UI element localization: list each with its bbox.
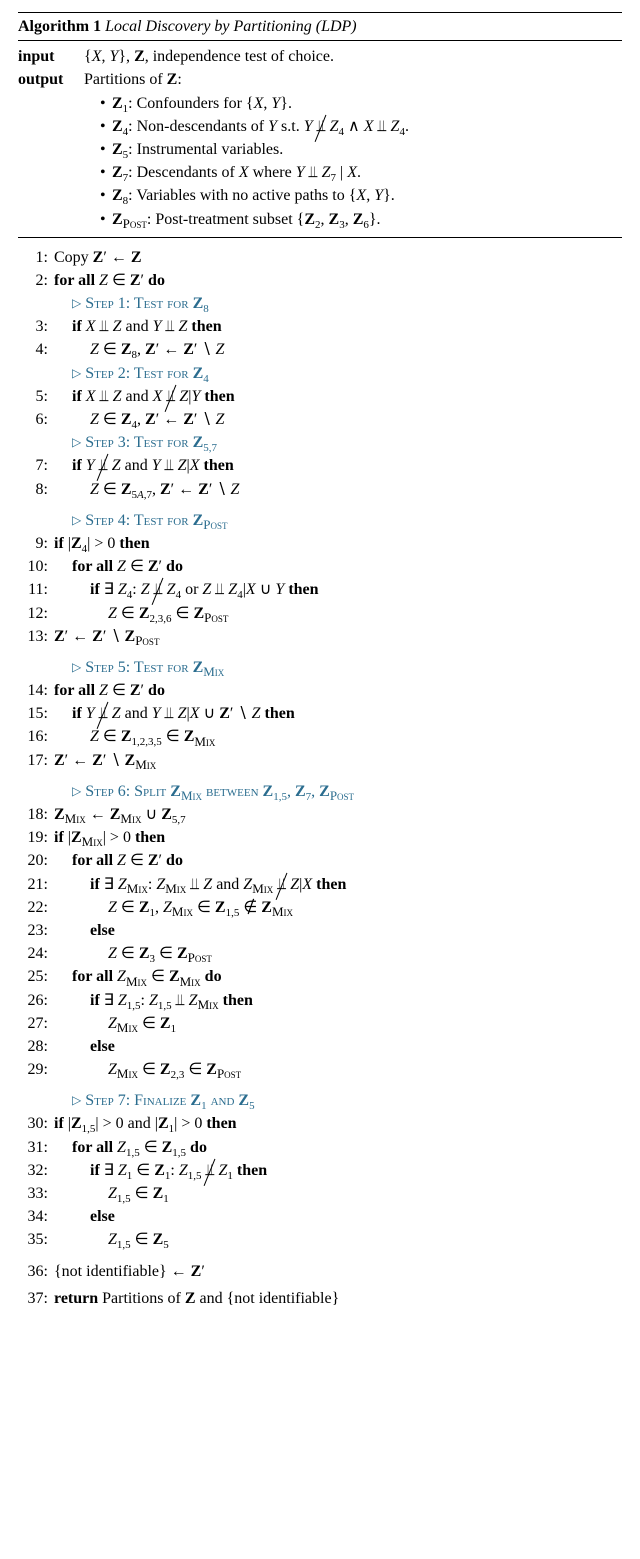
- out-zpost: ZPost: Post-treatment subset {Z2, Z3, Z6…: [112, 208, 622, 231]
- output-list: Z1: Confounders for {X, Y}. Z4: Non-desc…: [84, 92, 622, 231]
- step-7-label: ▷ Step 7: Finalize Z1 and Z5: [54, 1089, 622, 1112]
- line-no: 9:: [18, 532, 54, 555]
- line-no: 11:: [18, 578, 54, 601]
- line-30: if |Z1,5| > 0 and |Z1| > 0 then: [54, 1112, 622, 1135]
- line-no: 31:: [18, 1136, 54, 1159]
- line-13: Z′ ← Z′ ∖ ZPost: [54, 625, 622, 648]
- line-no: 8:: [18, 478, 54, 501]
- step-1-label: ▷ Step 1: Test for Z8: [54, 292, 622, 315]
- step-3-label: ▷ Step 3: Test for Z5,7: [54, 431, 622, 454]
- line-no: 20:: [18, 849, 54, 872]
- line-no: 24:: [18, 942, 54, 965]
- line-no: 35:: [18, 1228, 54, 1251]
- line-no: 22:: [18, 896, 54, 919]
- line-no: 25:: [18, 965, 54, 988]
- line-35: Z1,5 ∈ Z5: [54, 1228, 622, 1251]
- line-6: Z ∈ Z4, Z′ ← Z′ ∖ Z: [54, 408, 622, 431]
- line-14: for all Z ∈ Z′ do: [54, 679, 622, 702]
- line-11: if ∃ Z4: Z ⫫ Z4 or Z ⫫ Z4|X ∪ Y then: [54, 578, 622, 601]
- line-no: 7:: [18, 454, 54, 477]
- line-10: for all Z ∈ Z′ do: [54, 555, 622, 578]
- line-19: if |ZMix| > 0 then: [54, 826, 622, 849]
- line-no: 3:: [18, 315, 54, 338]
- line-1: Copy Z′ ← Z: [54, 246, 622, 269]
- line-no: 37:: [18, 1287, 54, 1310]
- input-label: input: [18, 45, 84, 68]
- out-z7: Z7: Descendants of X where Y ⫫ Z7 | X.: [112, 161, 622, 184]
- out-z1: Z1: Confounders for {X, Y}.: [112, 92, 622, 115]
- line-no: 34:: [18, 1205, 54, 1228]
- io-block: input {X, Y}, Z, independence test of ch…: [18, 41, 622, 238]
- line-no: 33:: [18, 1182, 54, 1205]
- step-4-label: ▷ Step 4: Test for ZPost: [54, 509, 622, 532]
- line-no: 29:: [18, 1058, 54, 1081]
- out-z4: Z4: Non-descendants of Y s.t. Y ⫫ Z4 ∧ X…: [112, 115, 622, 138]
- line-22: Z ∈ Z1, ZMix ∈ Z1,5 ∉ ZMix: [54, 896, 622, 919]
- line-no: 14:: [18, 679, 54, 702]
- line-no: 27:: [18, 1012, 54, 1035]
- line-7: if Y ⫫ Z and Y ⫫ Z|X then: [54, 454, 622, 477]
- input-content: {X, Y}, Z, independence test of choice.: [84, 45, 622, 68]
- line-no: 30:: [18, 1112, 54, 1135]
- step-5-label: ▷ Step 5: Test for ZMix: [54, 656, 622, 679]
- line-no: 1:: [18, 246, 54, 269]
- line-no: 15:: [18, 702, 54, 725]
- line-no: 19:: [18, 826, 54, 849]
- line-no: 21:: [18, 873, 54, 896]
- line-29: ZMix ∈ Z2,3 ∈ ZPost: [54, 1058, 622, 1081]
- line-no: 26:: [18, 989, 54, 1012]
- out-z8: Z8: Variables with no active paths to {X…: [112, 184, 622, 207]
- line-20: for all Z ∈ Z′ do: [54, 849, 622, 872]
- out-z5: Z5: Instrumental variables.: [112, 138, 622, 161]
- line-no: 2:: [18, 269, 54, 292]
- line-25: for all ZMix ∈ ZMix do: [54, 965, 622, 988]
- line-no: 12:: [18, 602, 54, 625]
- line-5: if X ⫫ Z and X ⫫ Z|Y then: [54, 385, 622, 408]
- line-no: 16:: [18, 725, 54, 748]
- line-no: 18:: [18, 803, 54, 826]
- line-18: ZMix ← ZMix ∪ Z5,7: [54, 803, 622, 826]
- line-26: if ∃ Z1,5: Z1,5 ⫫ ZMix then: [54, 989, 622, 1012]
- line-23: else: [54, 919, 622, 942]
- line-no: 17:: [18, 749, 54, 772]
- line-17: Z′ ← Z′ ∖ ZMix: [54, 749, 622, 772]
- line-27: ZMix ∈ Z1: [54, 1012, 622, 1035]
- line-9: if |Z4| > 0 then: [54, 532, 622, 555]
- line-31: for all Z1,5 ∈ Z1,5 do: [54, 1136, 622, 1159]
- line-2: for all Z ∈ Z′ do: [54, 269, 622, 292]
- step-6-label: ▷ Step 6: Split ZMix between Z1,5, Z7, Z…: [54, 780, 622, 803]
- line-37: return Partitions of Z and {not identifi…: [54, 1287, 622, 1310]
- line-no: 13:: [18, 625, 54, 648]
- output-label: output: [18, 68, 84, 230]
- line-no: 10:: [18, 555, 54, 578]
- line-36: {not identifiable} ← Z′: [54, 1260, 622, 1283]
- output-content: Partitions of Z: Z1: Confounders for {X,…: [84, 68, 622, 230]
- line-21: if ∃ ZMix: ZMix ⫫ Z and ZMix ⫫ Z|X then: [54, 873, 622, 896]
- line-no: 28:: [18, 1035, 54, 1058]
- line-33: Z1,5 ∈ Z1: [54, 1182, 622, 1205]
- line-8: Z ∈ Z5A,7, Z′ ← Z′ ∖ Z: [54, 478, 622, 501]
- line-no: 32:: [18, 1159, 54, 1182]
- line-15: if Y ⫫ Z and Y ⫫ Z|X ∪ Z′ ∖ Z then: [54, 702, 622, 725]
- line-32: if ∃ Z1 ∈ Z1: Z1,5 ⫫ Z1 then: [54, 1159, 622, 1182]
- line-no: 36:: [18, 1260, 54, 1283]
- line-no: 23:: [18, 919, 54, 942]
- algorithm-body: 1:Copy Z′ ← Z 2:for all Z ∈ Z′ do ▷ Step…: [18, 238, 622, 1310]
- line-24: Z ∈ Z3 ∈ ZPost: [54, 942, 622, 965]
- line-16: Z ∈ Z1,2,3,5 ∈ ZMix: [54, 725, 622, 748]
- line-28: else: [54, 1035, 622, 1058]
- line-no: 5:: [18, 385, 54, 408]
- line-34: else: [54, 1205, 622, 1228]
- line-3: if X ⫫ Z and Y ⫫ Z then: [54, 315, 622, 338]
- line-12: Z ∈ Z2,3,6 ∈ ZPost: [54, 602, 622, 625]
- algorithm-title: Algorithm 1 Local Discovery by Partition…: [18, 12, 622, 41]
- step-2-label: ▷ Step 2: Test for Z4: [54, 362, 622, 385]
- algo-number: Algorithm 1: [18, 18, 101, 35]
- line-4: Z ∈ Z8, Z′ ← Z′ ∖ Z: [54, 338, 622, 361]
- line-no: 6:: [18, 408, 54, 431]
- algo-name: Local Discovery by Partitioning (LDP): [105, 18, 357, 35]
- line-no: 4:: [18, 338, 54, 361]
